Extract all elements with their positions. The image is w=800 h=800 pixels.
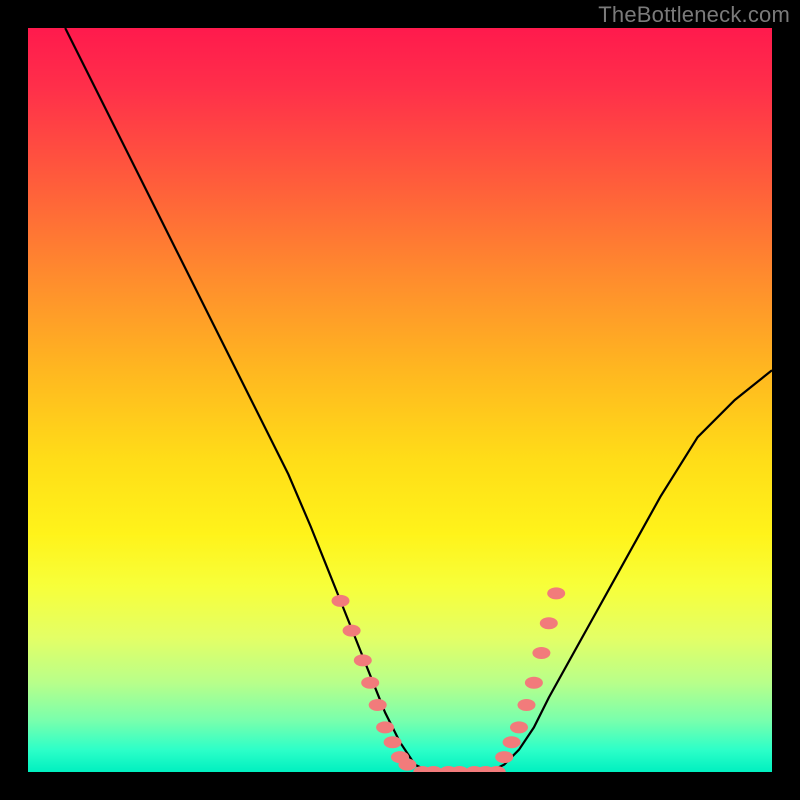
marker-dot	[361, 677, 379, 689]
marker-dot	[488, 766, 506, 772]
marker-dot	[495, 751, 513, 763]
marker-dot	[525, 677, 543, 689]
marker-dot	[547, 587, 565, 599]
marker-dot	[518, 699, 536, 711]
marker-dot	[354, 654, 372, 666]
marker-dot	[540, 617, 558, 629]
marker-dot	[343, 625, 361, 637]
marker-dots-group	[332, 587, 566, 772]
watermark-text: TheBottleneck.com	[598, 2, 790, 28]
chart-overlay-svg	[28, 28, 772, 772]
plot-area	[28, 28, 772, 772]
chart-frame: TheBottleneck.com	[0, 0, 800, 800]
bottleneck-curve-line	[65, 28, 772, 772]
marker-dot	[398, 759, 416, 771]
marker-dot	[376, 721, 394, 733]
marker-dot	[332, 595, 350, 607]
marker-dot	[510, 721, 528, 733]
marker-dot	[384, 736, 402, 748]
marker-dot	[369, 699, 387, 711]
marker-dot	[532, 647, 550, 659]
marker-dot	[503, 736, 521, 748]
